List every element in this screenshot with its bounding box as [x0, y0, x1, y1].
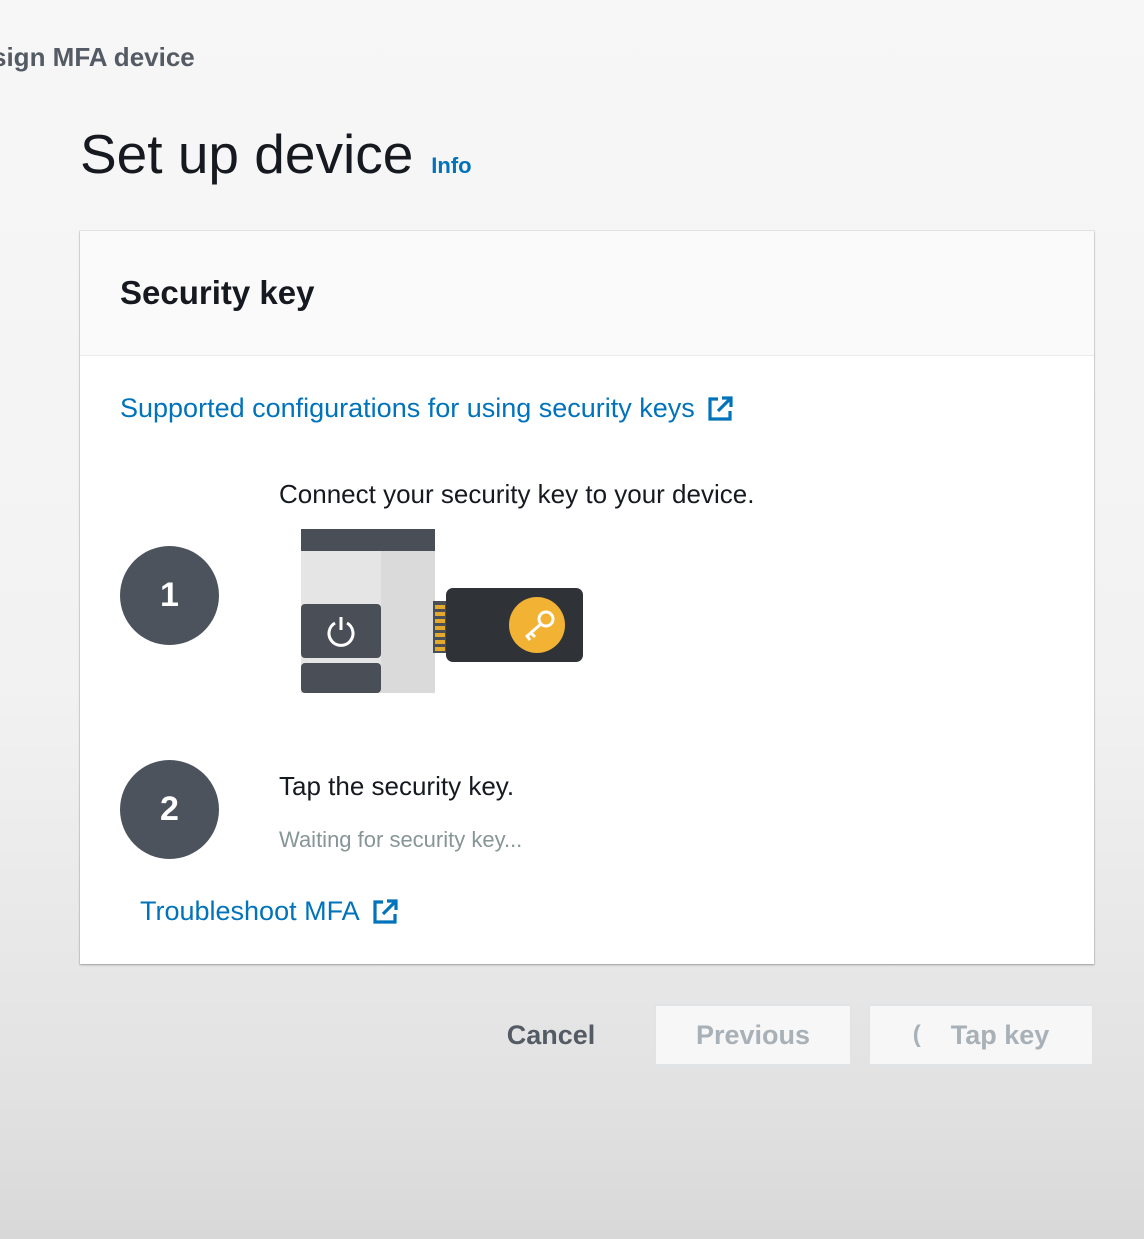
- tap-key-button[interactable]: ( Tap key: [868, 1004, 1094, 1066]
- cancel-button[interactable]: Cancel: [495, 1004, 607, 1066]
- page-header: Set up device Info: [80, 122, 472, 186]
- troubleshoot-mfa-link-label: Troubleshoot MFA: [140, 896, 360, 926]
- supported-configurations-link[interactable]: Supported configurations for using secur…: [120, 393, 735, 424]
- security-key-panel: Security key Supported configurations fo…: [80, 231, 1094, 964]
- spinner-icon: (: [912, 1021, 921, 1048]
- step-2-status: Waiting for security key...: [279, 827, 523, 852]
- breadcrumb: sign MFA device: [0, 42, 195, 73]
- step-1-number: 1: [160, 576, 179, 614]
- external-link-icon: [373, 898, 398, 924]
- breadcrumb-current: sign MFA device: [0, 42, 195, 72]
- external-link-icon: [708, 395, 733, 421]
- step-1-instruction: Connect your security key to your device…: [279, 479, 755, 509]
- panel-header: Security key: [80, 231, 1094, 356]
- step-2-badge: 2: [120, 760, 219, 859]
- step-2-instruction: Tap the security key.: [279, 771, 515, 801]
- tap-key-button-label: Tap key: [950, 1019, 1050, 1050]
- wizard-actions: Cancel Previous ( Tap key: [0, 1004, 1144, 1066]
- step-1-badge: 1: [120, 546, 219, 645]
- security-key-illustration: [301, 529, 583, 693]
- page-title: Set up device: [80, 123, 414, 185]
- step-2-number: 2: [160, 790, 179, 828]
- supported-configurations-link-label: Supported configurations for using secur…: [120, 393, 695, 423]
- panel-title: Security key: [120, 274, 315, 311]
- previous-button[interactable]: Previous: [654, 1004, 852, 1066]
- info-link[interactable]: Info: [431, 153, 471, 179]
- power-key: [301, 604, 381, 658]
- troubleshoot-mfa-link[interactable]: Troubleshoot MFA: [140, 896, 400, 927]
